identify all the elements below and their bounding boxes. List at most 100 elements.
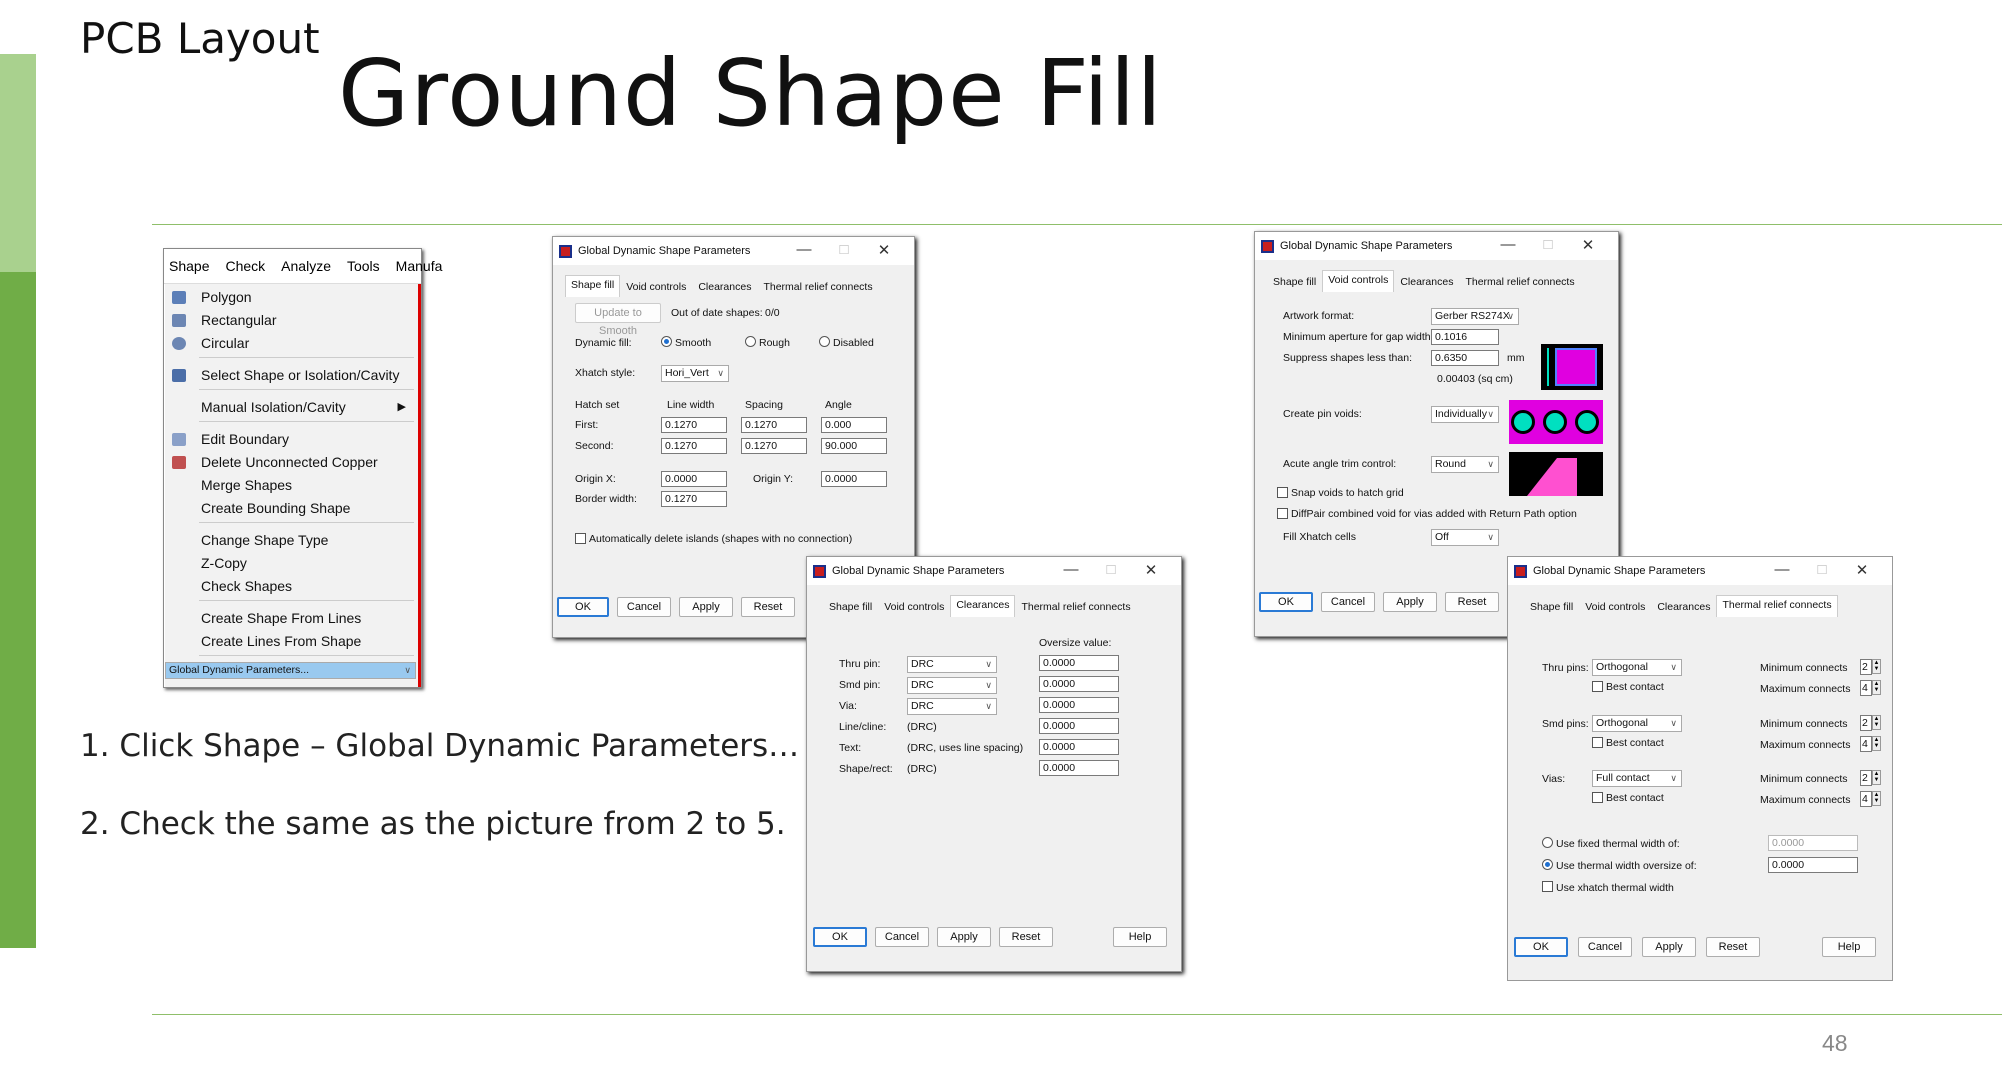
- vias-select[interactable]: Full contact: [1592, 770, 1682, 787]
- reset-button[interactable]: Reset: [1445, 592, 1499, 612]
- menu-analyze[interactable]: Analyze: [281, 258, 331, 274]
- menu-item-merge-shapes[interactable]: Merge Shapes: [165, 474, 416, 497]
- help-button[interactable]: Help: [1113, 927, 1167, 947]
- cancel-button[interactable]: Cancel: [1578, 937, 1632, 957]
- tab-thermal-relief[interactable]: Thermal relief connects: [1459, 272, 1580, 292]
- tab-shape-fill[interactable]: Shape fill: [1524, 597, 1579, 617]
- maximize-icon[interactable]: □: [1528, 236, 1568, 254]
- help-button[interactable]: Help: [1822, 937, 1876, 957]
- close-icon[interactable]: ✕: [1568, 236, 1608, 254]
- disabled-radio[interactable]: [819, 336, 830, 347]
- menu-tools[interactable]: Tools: [347, 258, 380, 274]
- update-to-smooth-button[interactable]: Update to Smooth: [575, 303, 661, 337]
- spin-icon[interactable]: ▲ ▼: [1872, 680, 1881, 695]
- thermal-oversize-radio[interactable]: [1542, 859, 1553, 870]
- menu-shape[interactable]: Shape: [169, 258, 209, 274]
- close-icon[interactable]: ✕: [1842, 561, 1882, 579]
- spin-icon[interactable]: ▲ ▼: [1872, 736, 1881, 751]
- thru-min-connects-input[interactable]: 2: [1860, 659, 1872, 675]
- menu-item-z-copy[interactable]: Z-Copy: [165, 552, 416, 575]
- tab-void-controls[interactable]: Void controls: [878, 597, 950, 617]
- thru-pin-select[interactable]: DRC: [907, 656, 997, 673]
- origin-y-input[interactable]: 0.0000: [821, 471, 887, 487]
- apply-button[interactable]: Apply: [1642, 937, 1696, 957]
- thru-pins-select[interactable]: Orthogonal: [1592, 659, 1682, 676]
- minimize-icon[interactable]: —: [1762, 561, 1802, 579]
- menu-item-lines-from-shape[interactable]: Create Lines From Shape: [165, 630, 416, 653]
- cancel-button[interactable]: Cancel: [1321, 592, 1375, 612]
- tab-thermal-relief[interactable]: Thermal relief connects: [757, 277, 878, 297]
- menu-item-global-dynamic-params[interactable]: Global Dynamic Parameters...: [165, 662, 416, 679]
- menu-item-polygon[interactable]: Polygon: [165, 286, 416, 309]
- first-angle-input[interactable]: 0.000: [821, 417, 887, 433]
- maximize-icon[interactable]: □: [1091, 561, 1131, 579]
- border-width-input[interactable]: 0.1270: [661, 491, 727, 507]
- tab-void-controls[interactable]: Void controls: [1322, 270, 1395, 292]
- snap-voids-checkbox[interactable]: [1277, 487, 1288, 498]
- shape-rect-oversize-input[interactable]: 0.0000: [1039, 760, 1119, 776]
- menu-item-select-shape[interactable]: Select Shape or Isolation/Cavity: [165, 364, 416, 387]
- vias-min-connects-input[interactable]: 2: [1860, 770, 1872, 786]
- smooth-radio[interactable]: [661, 336, 672, 347]
- xhatch-thermal-width-checkbox[interactable]: [1542, 881, 1553, 892]
- smd-max-connects-input[interactable]: 4: [1860, 736, 1872, 752]
- menu-item-edit-boundary[interactable]: Edit Boundary: [165, 428, 416, 451]
- suppress-shapes-input[interactable]: 0.6350: [1431, 350, 1499, 366]
- tab-thermal-relief[interactable]: Thermal relief connects: [1716, 595, 1838, 617]
- auto-delete-islands-checkbox[interactable]: [575, 533, 586, 544]
- vias-max-connects-input[interactable]: 4: [1860, 791, 1872, 807]
- reset-button[interactable]: Reset: [741, 597, 795, 617]
- minimize-icon[interactable]: —: [784, 241, 824, 259]
- menu-item-delete-unconnected[interactable]: Delete Unconnected Copper: [165, 451, 416, 474]
- menu-manufacture[interactable]: Manufa: [396, 258, 443, 274]
- second-angle-input[interactable]: 90.000: [821, 438, 887, 454]
- min-aperture-input[interactable]: 0.1016: [1431, 329, 1499, 345]
- via-oversize-input[interactable]: 0.0000: [1039, 697, 1119, 713]
- ok-button[interactable]: OK: [1514, 937, 1568, 957]
- menu-item-create-bounding[interactable]: Create Bounding Shape: [165, 497, 416, 520]
- menu-item-check-shapes[interactable]: Check Shapes: [165, 575, 416, 598]
- cancel-button[interactable]: Cancel: [617, 597, 671, 617]
- fixed-thermal-width-input[interactable]: 0.0000: [1768, 835, 1858, 851]
- tab-shape-fill[interactable]: Shape fill: [565, 275, 621, 297]
- maximize-icon[interactable]: □: [1802, 561, 1842, 579]
- apply-button[interactable]: Apply: [1383, 592, 1437, 612]
- minimize-icon[interactable]: —: [1488, 236, 1528, 254]
- menu-item-shape-from-lines[interactable]: Create Shape From Lines: [165, 607, 416, 630]
- via-select[interactable]: DRC: [907, 698, 997, 715]
- fill-xhatch-select[interactable]: Off: [1431, 529, 1499, 546]
- tab-clearances[interactable]: Clearances: [692, 277, 757, 297]
- ok-button[interactable]: OK: [813, 927, 867, 947]
- tab-void-controls[interactable]: Void controls: [620, 277, 692, 297]
- menu-check[interactable]: Check: [225, 258, 265, 274]
- tab-clearances[interactable]: Clearances: [1394, 272, 1459, 292]
- thermal-oversize-input[interactable]: 0.0000: [1768, 857, 1858, 873]
- second-spacing-input[interactable]: 0.1270: [741, 438, 807, 454]
- origin-x-input[interactable]: 0.0000: [661, 471, 727, 487]
- tab-thermal-relief[interactable]: Thermal relief connects: [1015, 597, 1136, 617]
- menu-item-rectangular[interactable]: Rectangular: [165, 309, 416, 332]
- text-oversize-input[interactable]: 0.0000: [1039, 739, 1119, 755]
- artwork-format-select[interactable]: Gerber RS274X: [1431, 308, 1519, 325]
- reset-button[interactable]: Reset: [1706, 937, 1760, 957]
- spin-icon[interactable]: ▲ ▼: [1872, 770, 1881, 785]
- menu-item-change-shape-type[interactable]: Change Shape Type: [165, 529, 416, 552]
- tab-void-controls[interactable]: Void controls: [1579, 597, 1651, 617]
- maximize-icon[interactable]: □: [824, 241, 864, 259]
- pin-voids-select[interactable]: Individually: [1431, 406, 1499, 423]
- tab-shape-fill[interactable]: Shape fill: [823, 597, 878, 617]
- spin-icon[interactable]: ▲ ▼: [1872, 659, 1881, 674]
- tab-shape-fill[interactable]: Shape fill: [1267, 272, 1322, 292]
- apply-button[interactable]: Apply: [679, 597, 733, 617]
- reset-button[interactable]: Reset: [999, 927, 1053, 947]
- second-line-width-input[interactable]: 0.1270: [661, 438, 727, 454]
- menu-item-circular[interactable]: Circular: [165, 332, 416, 355]
- rough-radio[interactable]: [745, 336, 756, 347]
- smd-pin-oversize-input[interactable]: 0.0000: [1039, 676, 1119, 692]
- fixed-thermal-width-radio[interactable]: [1542, 837, 1553, 848]
- minimize-icon[interactable]: —: [1051, 561, 1091, 579]
- acute-angle-select[interactable]: Round: [1431, 456, 1499, 473]
- vias-best-contact-checkbox[interactable]: [1592, 792, 1603, 803]
- xhatch-style-select[interactable]: Hori_Vert: [661, 365, 729, 382]
- smd-best-contact-checkbox[interactable]: [1592, 737, 1603, 748]
